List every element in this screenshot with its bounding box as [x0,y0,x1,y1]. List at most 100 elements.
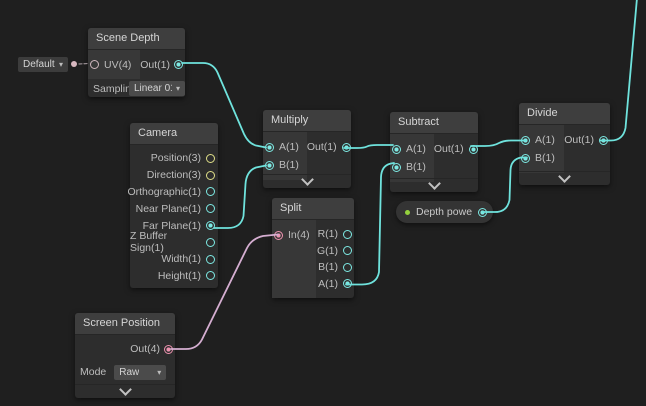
port-a-label: A(1) [406,143,426,155]
port-label: Direction(3) [146,169,201,182]
output-slot-out: Out(4) [75,335,175,363]
input-slot-b: B(1) [519,149,564,167]
input-slot-b: B(1) [263,156,307,174]
port-in-label: In(4) [288,229,310,241]
port-b-icon[interactable] [521,153,530,163]
port-b-label: B(1) [406,161,426,173]
sampling-label: Sampling [93,82,129,95]
input-slot-a: A(1) [390,140,434,158]
port-b-label: B(1) [535,152,555,164]
exposed-property-dot-icon [405,209,410,215]
port-z-buffer-sign-icon[interactable] [206,237,215,247]
port-a-icon[interactable] [392,144,401,154]
node-expand-toggle[interactable] [75,383,175,398]
port-out-icon[interactable] [468,144,478,154]
port-b-icon[interactable] [392,162,401,172]
port-out-icon[interactable] [164,344,173,354]
port-position-icon[interactable] [206,153,215,163]
shader-graph-canvas[interactable]: Default ▾ Scene Depth UV(4) Out(1) Sampl… [0,0,646,406]
input-slot-a: A(1) [519,131,564,149]
node-camera[interactable]: Camera Position(3) Direction(3) Orthogra… [127,123,218,288]
port-out-label: Out(1) [140,58,170,71]
port-out-label: Out(1) [564,134,594,146]
port-b-label: B(1) [279,159,299,171]
port-label: Near Plane(1) [135,202,201,215]
default-value-dropdown[interactable]: Default ▾ [18,57,68,72]
property-label: Depth power(1) [416,206,472,218]
dropdown-arrow-icon: ▾ [157,367,162,377]
output-slot-r: R(1) [318,226,352,243]
port-out-label: Out(1) [306,141,337,153]
port-b-icon[interactable] [265,160,274,170]
port-width-icon[interactable] [206,254,215,264]
port-orthographic-icon[interactable] [206,187,215,197]
port-r-label: R(1) [317,228,338,241]
output-slot-position: Position(3) [130,150,218,167]
node-title[interactable]: Subtract [390,112,478,134]
node-divide[interactable]: Divide A(1) B(1) Out(1) [519,103,610,185]
port-a-label: A(1) [535,134,555,146]
port-a-icon[interactable] [343,279,352,289]
port-out-label: Out(1) [433,143,464,155]
default-value-port-dot[interactable] [71,61,77,67]
port-out-label: Out(4) [130,343,160,355]
output-slot-z-buffer-sign: Z Buffer Sign(1) [130,230,218,254]
port-label: Z Buffer Sign(1) [130,230,168,255]
node-expand-toggle[interactable] [519,170,610,185]
port-a-icon[interactable] [521,135,530,145]
mode-value: Raw [119,366,140,378]
port-out-icon[interactable] [341,142,351,152]
node-title[interactable]: Camera [130,123,218,145]
output-slot-out: Out(1) [564,131,608,149]
port-in-icon[interactable] [274,230,283,240]
port-uv-icon[interactable] [90,60,99,69]
output-slot-direction: Direction(3) [130,167,218,184]
output-slot-b: B(1) [318,259,352,276]
property-node-depth-power[interactable]: Depth power(1) [396,201,493,223]
output-slot-height: Height(1) [130,268,218,285]
port-uv-label: UV(4) [104,58,132,71]
chevron-down-icon [300,173,314,186]
node-title[interactable]: Divide [519,103,610,125]
sampling-dropdown[interactable]: Linear 01 ▾ [129,81,185,96]
port-r-icon[interactable] [343,229,352,239]
port-b-icon[interactable] [343,262,352,272]
port-out-icon[interactable] [478,207,487,217]
node-scene-depth[interactable]: Scene Depth UV(4) Out(1) Sampling Linear… [88,28,185,97]
node-title[interactable]: Scene Depth [88,28,185,50]
dropdown-arrow-icon: ▾ [175,84,180,93]
port-g-icon[interactable] [343,246,352,256]
output-slot-g: G(1) [317,243,352,260]
output-slot-out: Out(1) [140,59,185,71]
dropdown-arrow-icon: ▾ [58,60,63,69]
port-label: Position(3) [150,152,201,165]
chevron-down-icon [427,177,441,190]
node-title[interactable]: Multiply [263,110,351,132]
port-out-icon[interactable] [599,135,608,145]
chevron-down-icon [118,383,132,396]
port-near-plane-icon[interactable] [206,204,215,214]
input-slot-b: B(1) [390,158,434,176]
mode-dropdown[interactable]: Raw ▾ [114,364,167,380]
node-split[interactable]: Split In(4) R(1) G(1) B(1) A(1) [272,198,354,298]
port-far-plane-icon[interactable] [206,221,215,231]
node-multiply[interactable]: Multiply A(1) B(1) Out(1) [263,110,351,188]
node-expand-toggle[interactable] [263,173,351,188]
port-label: Height(1) [157,269,201,282]
port-direction-icon[interactable] [206,170,215,180]
node-subtract[interactable]: Subtract A(1) B(1) Out(1) [390,112,478,192]
port-a-icon[interactable] [265,142,274,152]
port-label: Width(1) [161,253,201,266]
port-out-icon[interactable] [174,60,183,69]
port-a-label: A(1) [318,277,338,290]
node-title[interactable]: Split [272,198,354,220]
node-title[interactable]: Screen Position [75,313,175,335]
output-slot-out: Out(1) [307,138,351,156]
sampling-value: Linear 01 [134,83,172,94]
node-screen-position[interactable]: Screen Position Out(4) Mode Raw ▾ [75,313,175,398]
output-slot-orthographic: Orthographic(1) [127,184,218,201]
wire-camera-farplane-to-multiply-b[interactable] [213,164,267,229]
port-b-label: B(1) [318,261,338,274]
node-expand-toggle[interactable] [390,177,478,192]
port-height-icon[interactable] [206,271,215,281]
